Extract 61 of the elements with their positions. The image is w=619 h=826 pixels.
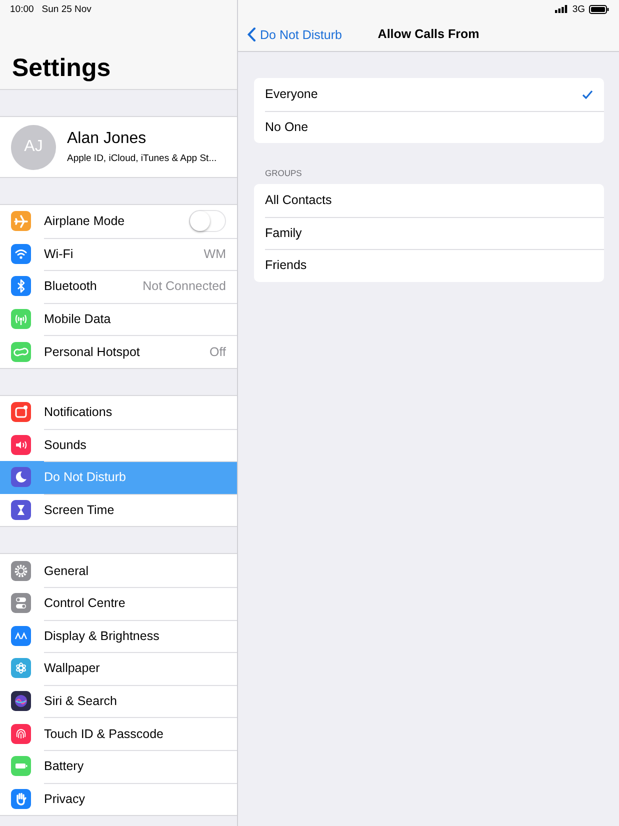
avatar: AJ	[11, 124, 56, 170]
status-date: Sun 25 Nov	[42, 4, 92, 14]
row-label: Bluetooth	[44, 279, 98, 294]
row-label: Wi-Fi	[44, 246, 74, 261]
row-label: Personal Hotspot	[44, 344, 141, 359]
option-label: Friends	[265, 258, 308, 272]
row-value: Off	[210, 344, 226, 359]
option-row[interactable]: All Contacts	[254, 184, 604, 216]
row-label: Do Not Disturb	[44, 470, 127, 484]
page-title: Allow Calls From	[378, 27, 480, 41]
chevron-icon	[247, 27, 256, 42]
row-label: Wallpaper	[44, 661, 101, 676]
row-label: Mobile Data	[44, 312, 112, 326]
settings-row[interactable]: Wi-Fi WM	[0, 238, 237, 270]
profile-subtitle: Apple ID, iCloud, iTunes & App St...	[67, 153, 217, 164]
row-label: Airplane Mode	[44, 214, 126, 228]
settings-row[interactable]: Wallpaper	[0, 652, 237, 685]
settings-row[interactable]: Privacy	[0, 782, 237, 816]
settings-row[interactable]: Battery	[0, 750, 237, 782]
row-label: Screen Time	[44, 503, 116, 518]
toggle-switch[interactable]	[189, 210, 226, 232]
option-row[interactable]: No One	[254, 110, 604, 143]
settings-row[interactable]: Siri & Search	[0, 684, 237, 718]
row-label: Privacy	[44, 792, 86, 806]
row-label: Siri & Search	[44, 694, 118, 708]
row-label: General	[44, 564, 90, 578]
settings-row[interactable]: Touch ID & Passcode	[0, 717, 237, 750]
option-label: All Contacts	[265, 193, 333, 208]
settings-row[interactable]: Notifications	[0, 396, 237, 429]
option-row[interactable]: Friends	[254, 249, 604, 282]
settings-row[interactable]: Control Centre	[0, 586, 237, 620]
option-label: No One	[265, 120, 310, 134]
option-label: Everyone	[265, 87, 319, 102]
settings-row[interactable]: Personal Hotspot Off	[0, 335, 237, 368]
option-label: Family	[265, 226, 303, 240]
settings-row[interactable]: Display & Brightness	[0, 620, 237, 652]
row-label: Sounds	[44, 438, 88, 452]
status-time: 10:00	[10, 4, 34, 14]
option-row[interactable]: Everyone	[254, 78, 604, 110]
profile-name: Alan Jones	[67, 130, 148, 148]
row-value: Not Connected	[142, 279, 226, 294]
network-type: 3G	[572, 4, 585, 14]
profile-row[interactable]: AJ Alan Jones Apple ID, iCloud, iTunes & App St...	[0, 116, 237, 178]
row-value: WM	[204, 246, 226, 261]
row-label: Notifications	[44, 405, 114, 420]
settings-row[interactable]: Airplane Mode	[0, 205, 237, 238]
signal-icon	[555, 5, 568, 13]
settings-row[interactable]: Bluetooth Not Connected	[0, 270, 237, 303]
back-button[interactable]: Do Not Disturb	[247, 27, 342, 42]
settings-row[interactable]: Screen Time	[0, 494, 237, 526]
settings-row[interactable]: Mobile Data	[0, 302, 237, 336]
row-label: Battery	[44, 759, 85, 774]
settings-title: Settings	[12, 54, 111, 83]
option-row[interactable]: Family	[254, 216, 604, 249]
section-header: GROUPS	[264, 167, 303, 180]
row-label: Control Centre	[44, 596, 126, 610]
battery-icon	[589, 4, 609, 14]
row-label: Display & Brightness	[44, 628, 160, 643]
row-label: Touch ID & Passcode	[44, 726, 165, 741]
settings-row[interactable]: Sounds	[0, 428, 237, 462]
settings-row[interactable]: General	[0, 554, 237, 587]
